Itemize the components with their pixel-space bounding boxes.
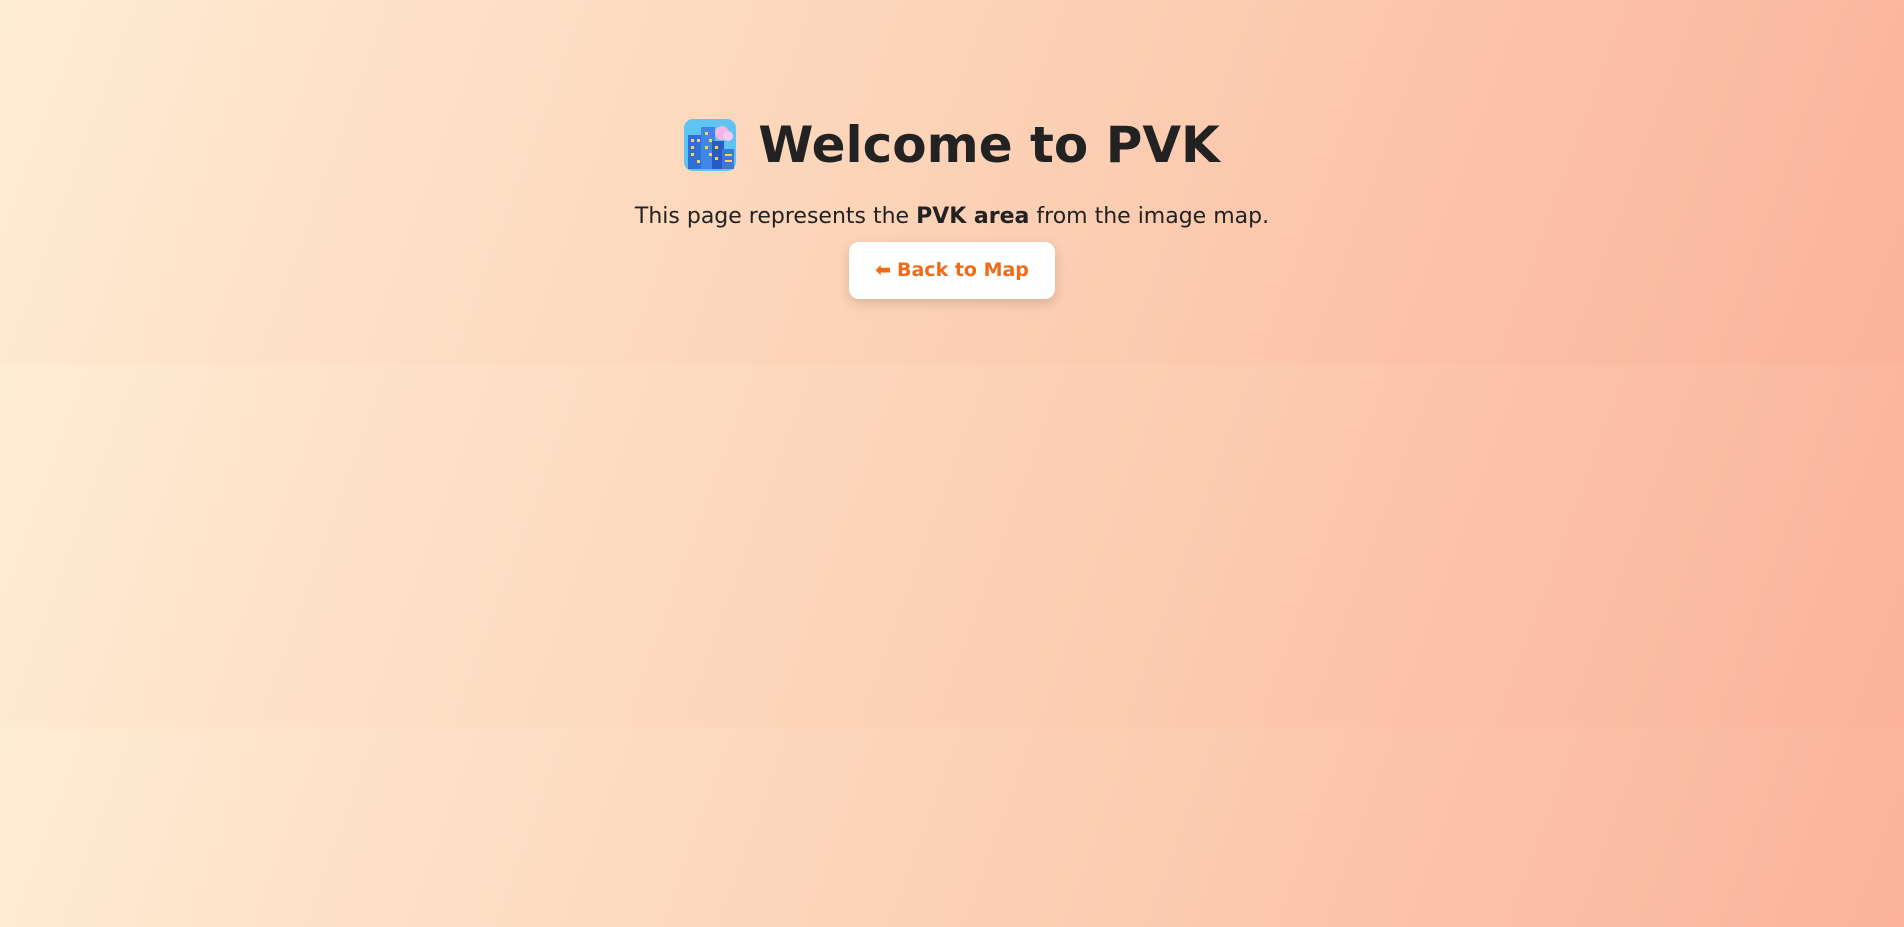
back-button-label: Back to Map [897, 259, 1029, 281]
background-band-bottom [0, 727, 1904, 927]
hero-section: Welcome to PVK This page represents the … [0, 110, 1904, 299]
page-title-text: Welcome to PVK [758, 116, 1220, 174]
page-title: Welcome to PVK [684, 110, 1220, 180]
cityscape-icon [684, 119, 737, 171]
description-text-before: This page represents the [634, 204, 917, 229]
description-text-after: from the image map. [1029, 204, 1270, 229]
back-arrow-icon: ⬅ [875, 259, 891, 281]
back-to-map-button[interactable]: ⬅ Back to Map [849, 242, 1055, 299]
background-band-middle [0, 365, 1904, 727]
page-description: This page represents the PVK area from t… [0, 202, 1904, 232]
description-emphasis: PVK area [916, 204, 1030, 229]
